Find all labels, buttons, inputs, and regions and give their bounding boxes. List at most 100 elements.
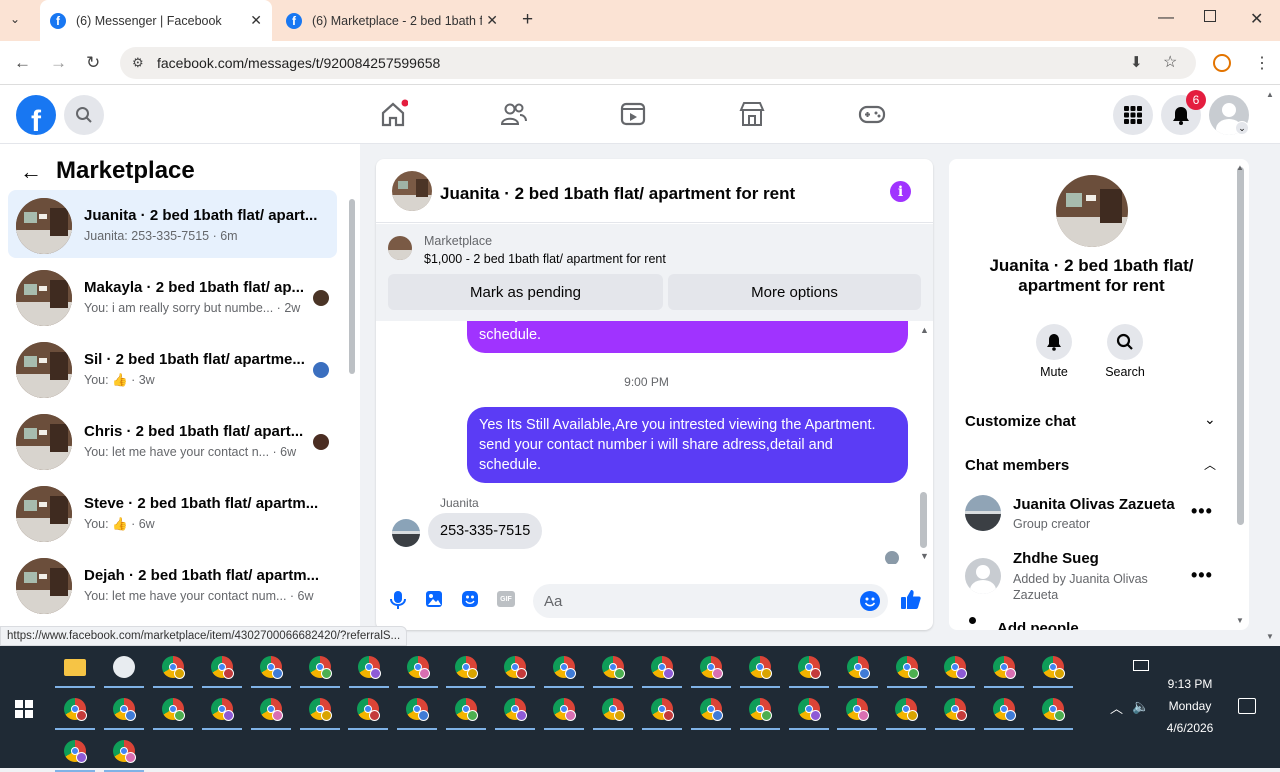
member-options-icon[interactable]: ••• [1191, 501, 1213, 522]
minimize-icon[interactable]: — [1158, 9, 1174, 27]
more-options-button[interactable]: More options [668, 274, 921, 310]
tray-expand-icon[interactable]: ︿ [1110, 698, 1123, 717]
info-icon[interactable]: i [890, 181, 911, 202]
listing-price-title[interactable]: $1,000 - 2 bed 1bath flat/ apartment for… [424, 252, 666, 266]
profile-icon[interactable] [1213, 54, 1231, 72]
chat-scrollbar[interactable] [920, 492, 927, 548]
paint-icon[interactable] [113, 656, 135, 678]
chrome-icon[interactable] [357, 698, 381, 721]
bookmark-star-icon[interactable]: ☆ [1163, 52, 1177, 72]
chrome-icon[interactable] [357, 656, 381, 679]
browser-menu-icon[interactable]: ⋮ [1254, 53, 1270, 73]
chrome-icon[interactable] [748, 698, 772, 721]
chrome-icon[interactable] [601, 698, 625, 721]
close-tab-icon[interactable]: ✕ [250, 12, 262, 29]
url-text[interactable]: facebook.com/messages/t/920084257599658 [157, 55, 440, 71]
chrome-icon[interactable] [259, 656, 283, 679]
chrome-icon[interactable] [993, 656, 1017, 679]
chrome-icon[interactable] [112, 740, 136, 763]
chrome-icon[interactable] [846, 656, 870, 679]
mute-label[interactable]: Mute [1024, 365, 1084, 379]
scrollbar[interactable] [349, 199, 355, 374]
chrome-icon[interactable] [455, 656, 479, 679]
details-scroll-up-icon[interactable]: ▲ [1236, 163, 1244, 172]
chrome-icon[interactable] [846, 698, 870, 721]
emoji-icon[interactable] [860, 591, 880, 611]
search-icon[interactable] [64, 95, 104, 135]
account-chevron-icon[interactable]: ⌄ [1235, 121, 1249, 135]
chat-title[interactable]: Juanita · 2 bed 1bath flat/ apartment fo… [440, 184, 795, 204]
page-scroll-up-icon[interactable]: ▲ [1266, 90, 1274, 99]
chrome-icon[interactable] [895, 698, 919, 721]
site-info-icon[interactable]: ⚙ [132, 55, 144, 71]
details-scrollbar[interactable] [1237, 167, 1244, 525]
reload-icon[interactable]: ↻ [86, 53, 100, 73]
add-people-button[interactable]: Add people [997, 620, 1079, 630]
chrome-icon[interactable] [259, 698, 283, 721]
scroll-up-arrow-icon[interactable]: ▲ [920, 325, 929, 335]
gif-icon[interactable]: GIF [497, 591, 515, 607]
clock-day[interactable]: Monday [1160, 699, 1220, 713]
message-input[interactable]: Aa [533, 584, 888, 618]
chrome-icon[interactable] [797, 698, 821, 721]
chrome-icon[interactable] [602, 656, 626, 679]
chrome-icon[interactable] [748, 656, 772, 679]
member-name[interactable]: Juanita Olivas Zazueta [1013, 496, 1175, 513]
chrome-icon[interactable] [699, 656, 723, 679]
details-avatar[interactable] [1056, 175, 1128, 247]
conversation-item[interactable]: Steve · 2 bed 1bath flat/ apartm... You: … [8, 478, 337, 546]
chrome-icon[interactable] [553, 698, 576, 721]
member-avatar[interactable] [965, 558, 1001, 594]
chrome-icon[interactable] [406, 698, 430, 721]
action-center-icon[interactable] [1238, 698, 1256, 714]
chrome-icon[interactable] [210, 698, 234, 721]
tab-search-icon[interactable]: ⌄ [10, 12, 20, 26]
details-scroll-down-icon[interactable]: ▼ [1236, 616, 1244, 625]
clock-time[interactable]: 9:13 PM [1160, 677, 1220, 691]
speaker-icon[interactable]: 🔈 [1132, 698, 1149, 715]
chrome-icon[interactable] [944, 656, 968, 679]
search-conversation-icon[interactable] [1107, 324, 1143, 360]
new-tab-icon[interactable]: + [522, 9, 533, 31]
microphone-icon[interactable] [389, 590, 407, 615]
customize-chat-section[interactable]: Customize chat [965, 413, 1076, 430]
conversation-item[interactable]: Dejah · 2 bed 1bath flat/ apartm... You: … [8, 550, 337, 618]
chrome-icon[interactable] [553, 656, 577, 679]
conversation-item[interactable]: Chris · 2 bed 1bath flat/ apart... You: l… [8, 406, 337, 474]
mark-pending-button[interactable]: Mark as pending [388, 274, 663, 310]
network-icon[interactable] [1133, 660, 1149, 671]
chrome-icon[interactable] [699, 698, 723, 721]
chrome-icon[interactable] [895, 656, 919, 679]
conversation-item[interactable]: Sil · 2 bed 1bath flat/ apartme... You: 👍… [8, 334, 337, 402]
tab-messenger[interactable]: f (6) Messenger | Facebook ✕ [40, 0, 272, 41]
member-name[interactable]: Zhdhe Sueg [1013, 550, 1099, 567]
chrome-icon[interactable] [162, 656, 185, 679]
sender-avatar[interactable] [392, 519, 420, 547]
home-icon[interactable] [378, 99, 409, 129]
chrome-icon[interactable] [1042, 656, 1066, 679]
search-label[interactable]: Search [1095, 365, 1155, 379]
page-scroll-down-icon[interactable]: ▼ [1266, 632, 1274, 641]
video-icon[interactable] [618, 99, 648, 129]
back-icon[interactable]: ← [14, 53, 31, 73]
add-people-icon[interactable] [969, 617, 976, 624]
chrome-icon[interactable] [455, 698, 479, 721]
chrome-icon[interactable] [112, 698, 136, 721]
menu-grid-icon[interactable] [1113, 95, 1153, 135]
member-avatar[interactable] [965, 495, 1001, 531]
gaming-icon[interactable] [857, 99, 887, 129]
photo-icon[interactable] [425, 590, 443, 613]
chrome-icon[interactable] [504, 698, 528, 721]
chrome-icon[interactable] [210, 656, 234, 679]
chrome-icon[interactable] [504, 656, 528, 679]
clock-date[interactable]: 4/6/2026 [1160, 721, 1220, 735]
conversation-item[interactable]: Makayla · 2 bed 1bath flat/ ap... You: i … [8, 262, 337, 330]
chat-avatar[interactable] [392, 171, 432, 211]
chrome-icon[interactable] [308, 656, 332, 679]
chrome-icon[interactable] [64, 740, 87, 763]
mute-bell-icon[interactable] [1036, 324, 1072, 360]
chrome-icon[interactable] [651, 656, 674, 679]
close-window-icon[interactable]: ✕ [1250, 9, 1263, 29]
back-arrow-icon[interactable]: ← [20, 159, 42, 185]
facebook-logo[interactable]: f [16, 95, 56, 135]
